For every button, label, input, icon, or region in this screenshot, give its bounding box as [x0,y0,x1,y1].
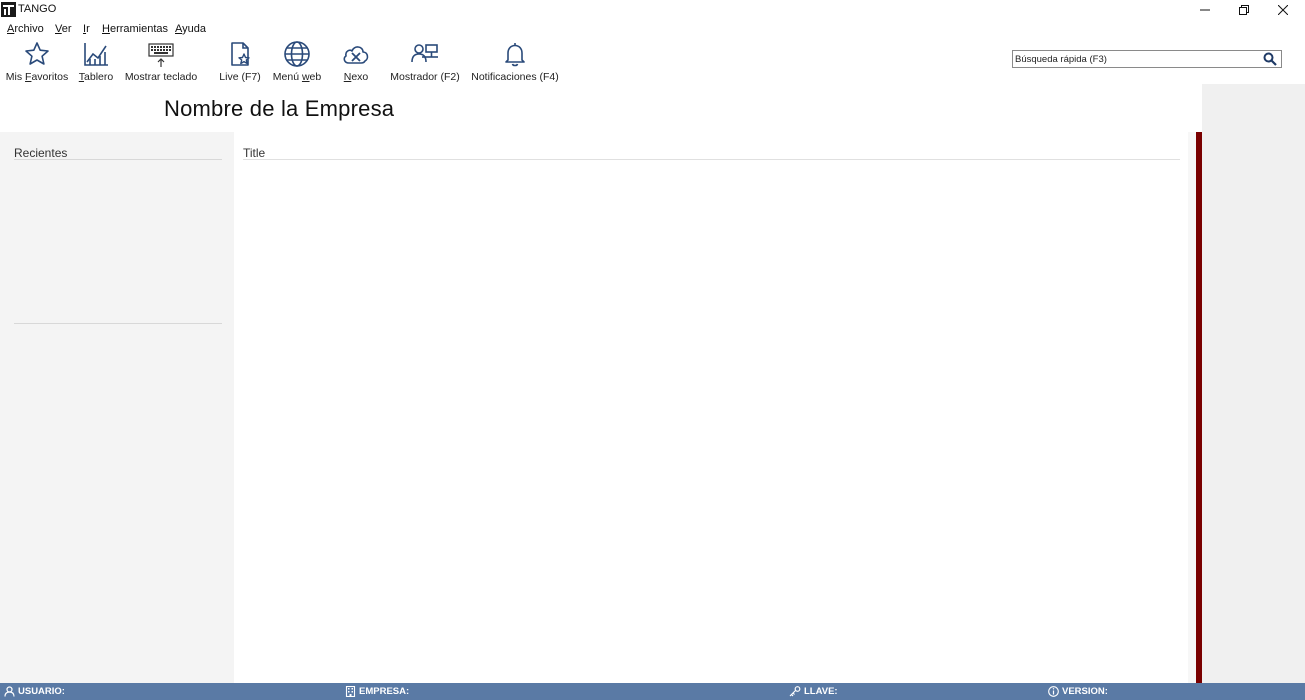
search-icon [1263,52,1277,66]
menu-web-button[interactable]: Menú web [270,38,324,84]
main-title-divider [243,159,1180,160]
nexo-button[interactable]: Nexo [338,38,374,84]
status-usuario: USUARIO: [4,683,65,700]
info-icon [1048,686,1059,697]
menu-ir[interactable]: Ir [83,23,90,35]
bell-icon [501,38,529,70]
search-button[interactable] [1263,52,1277,66]
chart-icon [82,38,110,70]
status-bar: USUARIO: EMPRESA: LLAVE: VERSION: [0,683,1305,700]
close-button[interactable] [1263,0,1303,20]
menu-ver[interactable]: Ver [55,23,72,35]
recientes-title: Recientes [14,146,68,160]
status-version: VERSION: [1048,683,1108,700]
recientes-bottom-divider [14,323,222,324]
user-icon [4,686,15,697]
restore-icon [1239,5,1249,15]
building-icon [345,686,356,697]
status-empresa: EMPRESA: [345,683,409,700]
mostrador-button[interactable]: Mostrador (F2) [389,38,461,84]
close-icon [1278,5,1288,15]
company-header: Nombre de la Empresa [0,84,1202,132]
star-icon [23,38,51,70]
cloud-x-icon [341,38,371,70]
tango-logo-icon [1,2,16,17]
menu-archivo[interactable]: Archivo [7,23,44,35]
minimize-button[interactable] [1185,0,1225,20]
quick-search-input[interactable] [1015,52,1255,66]
right-side-panel [1202,84,1305,683]
menu-ayuda[interactable]: Ayuda [175,23,206,35]
menu-bar: Archivo Ver Ir Herramientas Ayuda [0,20,1305,38]
menu-herramientas[interactable]: Herramientas [102,23,168,35]
keyboard-icon [147,38,175,70]
recientes-divider [14,159,222,160]
company-name: Nombre de la Empresa [164,96,395,121]
main-scrollbar[interactable] [1188,132,1196,683]
key-icon [789,686,801,697]
main-title: Title [243,146,266,160]
quick-search-box [1012,50,1282,68]
tablero-button[interactable]: Tablero [76,38,116,84]
accent-side-bar [1196,132,1202,683]
mostrar-teclado-button[interactable]: Mostrar teclado [124,38,198,84]
main-content-panel: Title [234,132,1196,683]
restore-button[interactable] [1224,0,1264,20]
counter-icon [410,38,440,70]
title-bar: TANGO [0,0,1305,20]
globe-icon [283,38,311,70]
window-title: TANGO [18,3,57,15]
mis-favoritos-button[interactable]: Mis Favoritos [6,38,68,84]
live-button[interactable]: Live (F7) [218,38,262,84]
status-llave: LLAVE: [789,683,838,700]
notificaciones-button[interactable]: Notificaciones (F4) [471,38,559,84]
recientes-panel: Recientes [0,132,234,683]
live-icon [226,38,254,70]
minimize-icon [1200,9,1210,11]
